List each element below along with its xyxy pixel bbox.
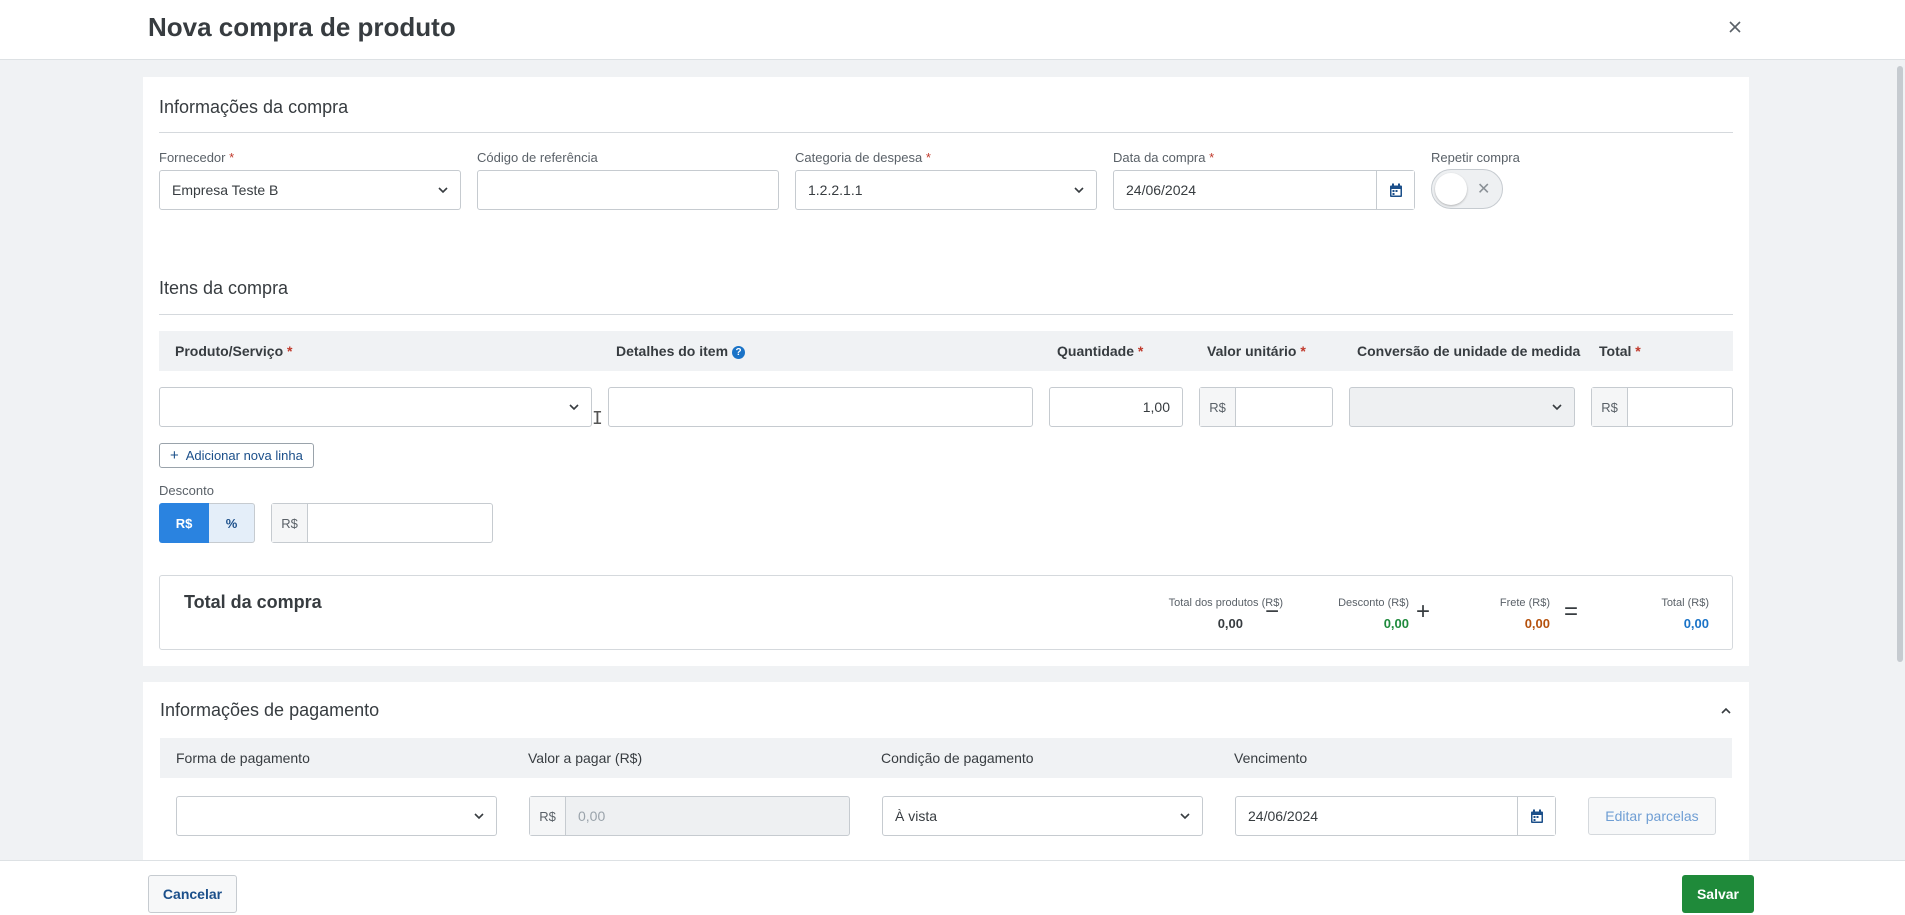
chevron-up-icon[interactable]: [1719, 704, 1733, 718]
payment-condition-select[interactable]: À vista: [882, 796, 1203, 836]
modal-header: Nova compra de produto: [0, 0, 1905, 60]
col-product: Produto/Serviço *: [175, 343, 293, 359]
quantity-input[interactable]: 1,00: [1049, 387, 1183, 427]
payment-title: Informações de pagamento: [160, 700, 380, 720]
modal-footer: Cancelar Salvar: [0, 860, 1905, 915]
discount-total-value: 0,00: [1383, 616, 1409, 631]
currency-prefix: R$: [272, 504, 308, 542]
supplier-value: Empresa Teste B: [172, 182, 279, 198]
currency-prefix: R$: [1592, 388, 1628, 426]
purchase-info-title: Informações da compra: [159, 97, 349, 117]
chevron-down-icon: [474, 813, 484, 820]
calendar-button[interactable]: [1376, 171, 1414, 209]
summary-title: Total da compra: [184, 592, 322, 612]
save-button[interactable]: Salvar: [1682, 875, 1754, 913]
conversion-select[interactable]: [1349, 387, 1575, 427]
col-unit-value: Valor unitário *: [1207, 343, 1306, 359]
page-title: Nova compra de produto: [148, 12, 456, 42]
close-button[interactable]: [1724, 16, 1746, 38]
payment-condition-value: À vista: [895, 808, 938, 824]
due-date-value: 24/06/2024: [1248, 808, 1319, 824]
product-select[interactable]: [159, 387, 592, 427]
reference-input[interactable]: [477, 170, 779, 210]
quantity-value: 1,00: [1142, 399, 1170, 415]
due-date-input[interactable]: 24/06/2024: [1235, 796, 1556, 836]
discount-mode-percent[interactable]: %: [209, 503, 255, 543]
toggle-knob: [1435, 173, 1467, 205]
edit-installments-button[interactable]: Editar parcelas: [1588, 797, 1716, 835]
date-label: Data da compra *: [1113, 150, 1215, 165]
discount-mode-currency[interactable]: R$: [159, 503, 209, 543]
col-payment-method: Forma de pagamento: [176, 750, 310, 766]
freight-total-value: 0,00: [1524, 616, 1550, 631]
col-total: Total *: [1599, 343, 1641, 359]
purchase-date-input[interactable]: 24/06/2024: [1113, 170, 1415, 210]
minus-operator: −: [1265, 598, 1280, 625]
reference-label: Código de referência: [477, 150, 598, 165]
add-line-label: Adicionar nova linha: [185, 448, 303, 463]
chevron-down-icon: [438, 187, 448, 194]
add-line-button[interactable]: + Adicionar nova linha: [159, 443, 314, 468]
category-value: 1.2.2.1.1: [808, 182, 863, 198]
item-details-input[interactable]: [608, 387, 1033, 427]
equals-operator: =: [1564, 598, 1579, 625]
divider: [159, 132, 1733, 133]
purchase-summary: Total da compra Total dos produtos (R$) …: [159, 575, 1733, 650]
discount-label: Desconto: [159, 483, 214, 498]
close-icon: ✕: [1477, 181, 1491, 198]
col-payment-due: Vencimento: [1234, 750, 1308, 766]
calendar-icon: [1530, 809, 1543, 823]
plus-operator: +: [1416, 598, 1431, 625]
repeat-label: Repetir compra: [1431, 150, 1520, 165]
unit-value-input[interactable]: R$: [1199, 387, 1333, 427]
col-conversion: Conversão de unidade de medida: [1357, 343, 1581, 359]
discount-total-label: Desconto (R$): [1338, 597, 1409, 609]
supplier-label: Fornecedor *: [159, 150, 235, 165]
discount-input[interactable]: R$: [271, 503, 493, 543]
items-title: Itens da compra: [159, 278, 289, 298]
category-select[interactable]: 1.2.2.1.1: [795, 170, 1097, 210]
grand-total-value: 0,00: [1683, 616, 1709, 631]
plus-icon: +: [170, 447, 179, 464]
cancel-button[interactable]: Cancelar: [148, 875, 237, 913]
grand-total-label: Total (R$): [1661, 597, 1709, 609]
chevron-down-icon: [1074, 187, 1084, 194]
supplier-select[interactable]: Empresa Teste B: [159, 170, 461, 210]
currency-prefix: R$: [530, 797, 566, 835]
col-quantity: Quantidade *: [1057, 343, 1144, 359]
items-table-header: Produto/Serviço * Detalhes do item? Quan…: [159, 331, 1733, 371]
currency-prefix: R$: [1200, 388, 1236, 426]
close-icon: [1729, 21, 1741, 33]
payment-method-select[interactable]: [176, 796, 497, 836]
col-payment-amount: Valor a pagar (R$): [528, 750, 643, 766]
divider: [159, 314, 1733, 315]
calendar-icon: [1389, 183, 1402, 197]
payment-amount-placeholder: 0,00: [578, 808, 606, 824]
chevron-down-icon: [1552, 404, 1562, 411]
col-payment-condition: Condição de pagamento: [881, 750, 1034, 766]
repeat-toggle[interactable]: ✕: [1431, 169, 1503, 209]
freight-total-label: Frete (R$): [1499, 597, 1550, 609]
calendar-button[interactable]: [1517, 797, 1555, 835]
category-label: Categoria de despesa *: [795, 150, 931, 165]
col-details: Detalhes do item?: [616, 343, 746, 359]
products-total-value: 0,00: [1217, 616, 1243, 631]
help-icon[interactable]: ?: [732, 346, 746, 359]
purchase-date-value: 24/06/2024: [1126, 182, 1197, 198]
total-input[interactable]: R$: [1591, 387, 1733, 427]
payment-table-header: Forma de pagamento Valor a pagar (R$) Co…: [160, 738, 1732, 778]
chevron-down-icon: [569, 404, 579, 411]
text-cursor: I: [592, 408, 603, 429]
chevron-down-icon: [1180, 813, 1190, 820]
scrollbar-thumb[interactable]: [1897, 66, 1903, 662]
payment-amount-input[interactable]: R$ 0,00: [529, 796, 850, 836]
